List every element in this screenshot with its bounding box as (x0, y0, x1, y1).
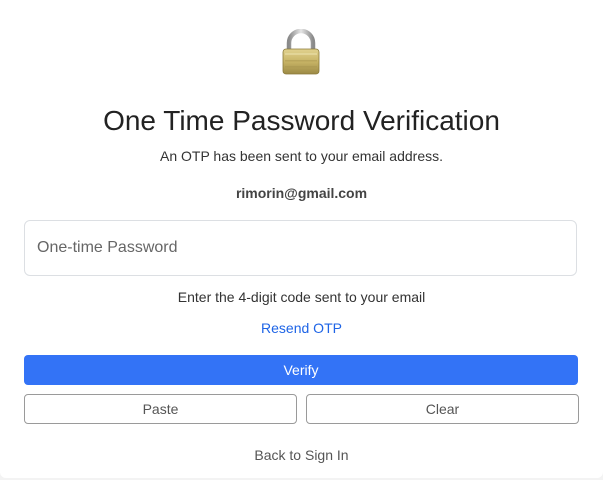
otp-input[interactable] (24, 220, 577, 276)
otp-hint: Enter the 4-digit code sent to your emai… (177, 289, 426, 305)
otp-card: One Time Password Verification An OTP ha… (0, 0, 603, 478)
paste-button[interactable]: Paste (24, 394, 297, 424)
email-address: rimorin@gmail.com (235, 185, 368, 201)
back-container: Back to Sign In (0, 446, 603, 464)
otp-sent-message: An OTP has been sent to your email addre… (159, 148, 443, 164)
clear-button[interactable]: Clear (306, 394, 579, 424)
lock-icon (282, 29, 320, 75)
back-to-sign-in-link[interactable]: Back to Sign In (254, 447, 348, 463)
resend-container: Resend OTP (0, 319, 603, 337)
verify-button[interactable]: Verify (24, 355, 578, 385)
resend-otp-link[interactable]: Resend OTP (261, 320, 342, 336)
page-title: One Time Password Verification (103, 105, 500, 136)
